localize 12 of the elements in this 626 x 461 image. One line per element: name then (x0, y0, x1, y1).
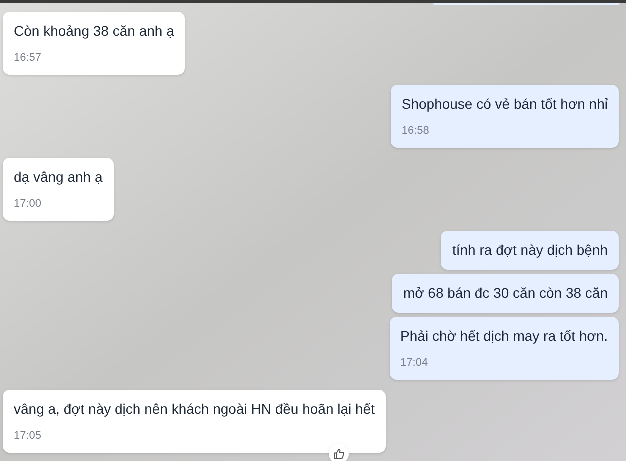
message-text: tính ra đợt này dịch bệnh (452, 241, 608, 260)
message-text: Shophouse có vẻ bán tốt hơn nhỉ (402, 95, 608, 114)
message-time: 17:05 (14, 429, 43, 443)
message-text: Phải chờ hết dịch may ra tốt hơn. (400, 327, 608, 346)
message-text: Còn khoảng 38 căn anh ạ (14, 22, 174, 41)
message-text: mở 68 bán đc 30 căn còn 38 căn (403, 284, 608, 303)
message-text: vâng a, đợt này dịch nên khách ngoài HN đều hoãn lại hết (14, 400, 375, 419)
message-time: 16:57 (14, 51, 43, 65)
message-time: 16:58 (402, 124, 430, 138)
message-time: 17:00 (14, 197, 43, 211)
message-time: 17:04 (400, 356, 430, 370)
message-text: dạ vâng anh ạ (14, 168, 103, 187)
